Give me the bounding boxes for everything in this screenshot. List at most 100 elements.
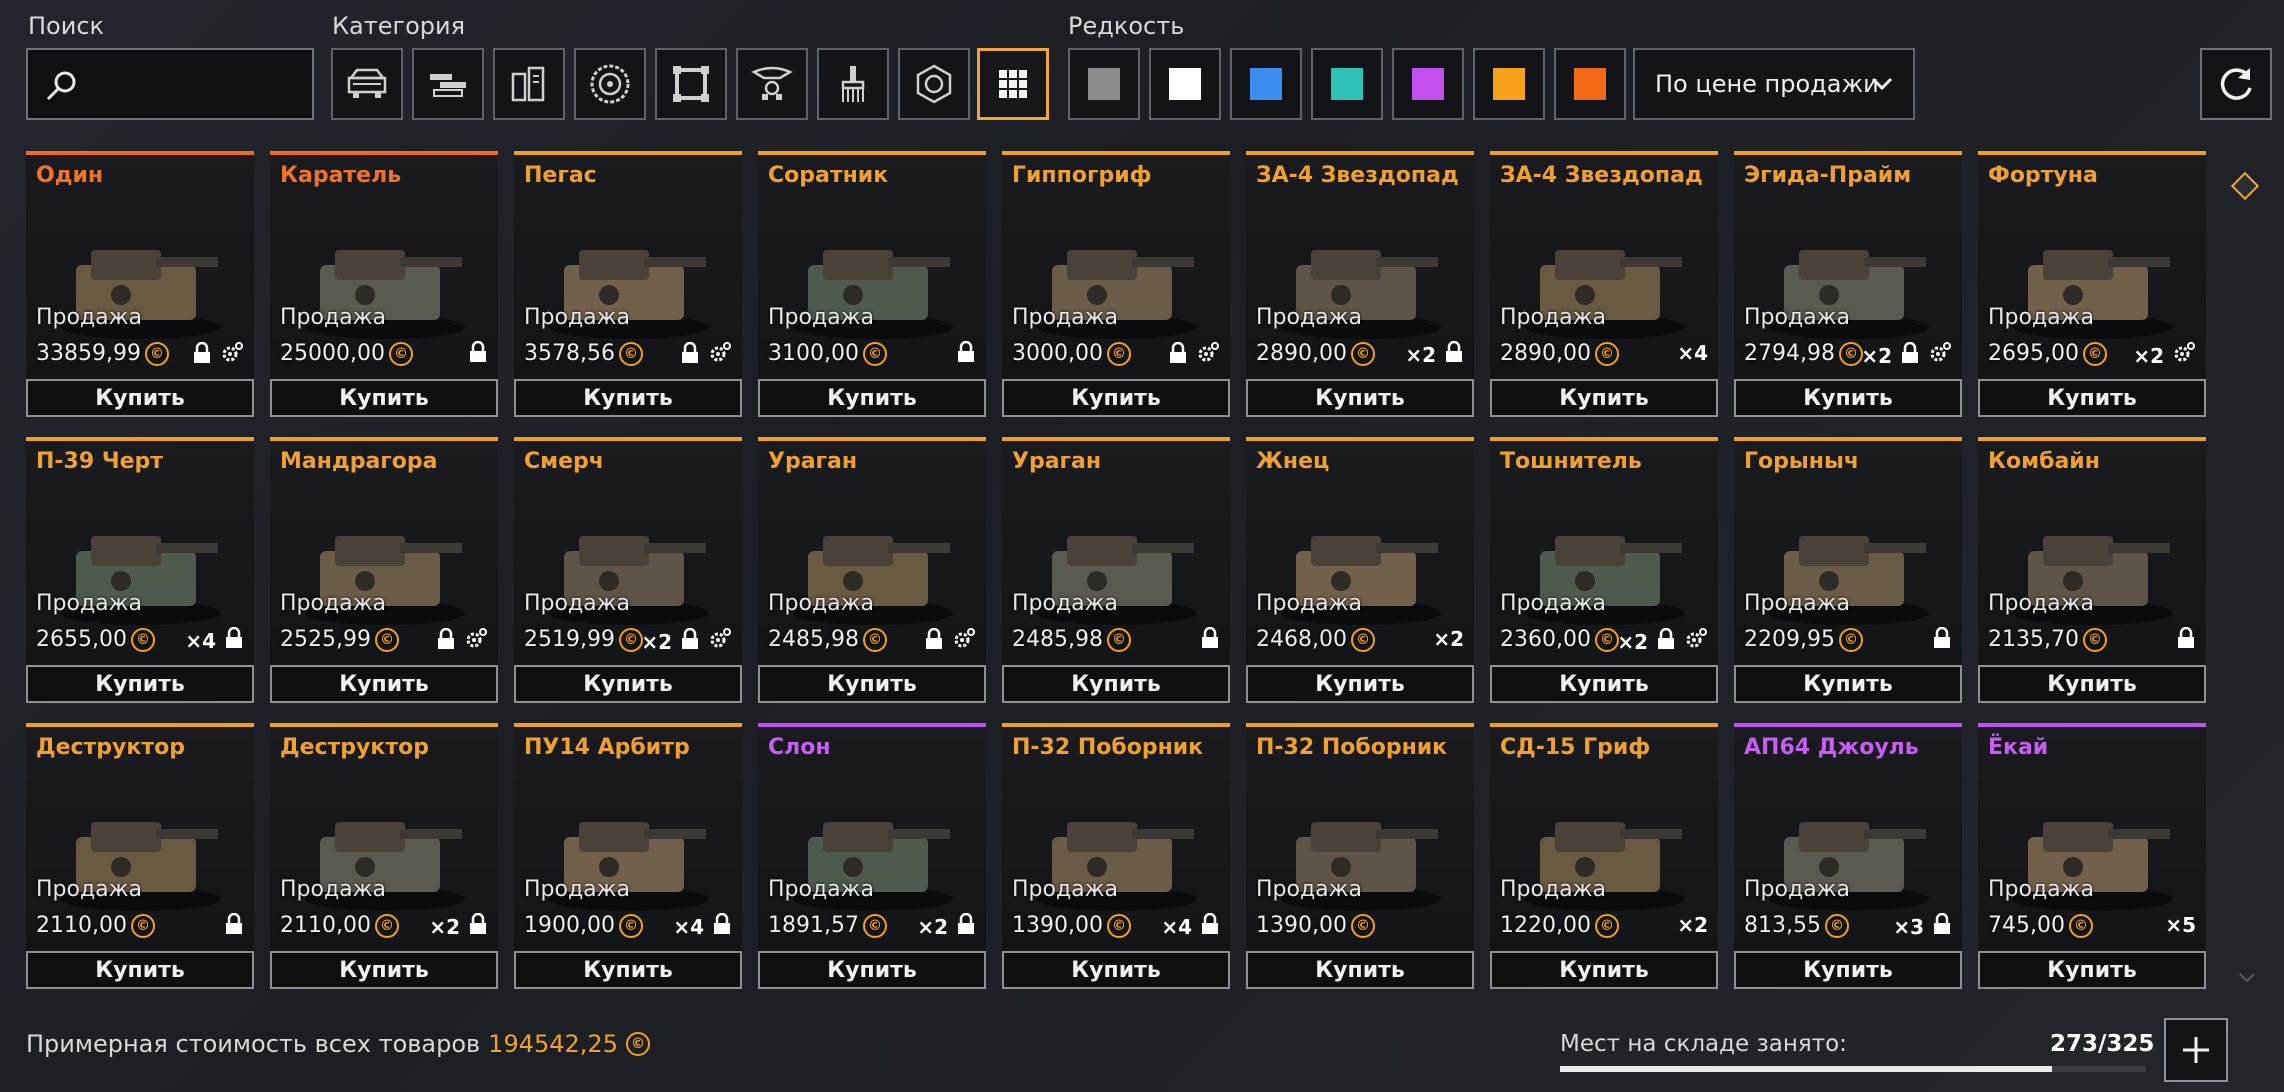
expand-storage-button[interactable]	[2164, 1018, 2228, 1082]
buy-button[interactable]: Купить	[1002, 951, 1230, 989]
item-card[interactable]: СД-15 Гриф Продажа 1220,00 © ×2 Купить	[1490, 723, 1718, 989]
coin-icon: ©	[1824, 913, 1849, 938]
category-all-button[interactable]	[977, 48, 1049, 120]
rarity-rare-button[interactable]	[1230, 48, 1302, 120]
search-input[interactable]	[88, 60, 298, 110]
category-weapon-button[interactable]	[412, 48, 484, 120]
buy-button[interactable]: Купить	[758, 379, 986, 417]
crafting-gear-icon	[952, 627, 976, 656]
buy-button[interactable]: Купить	[1734, 379, 1962, 417]
item-card[interactable]: Тошнитель Продажа 2360,00 © ×2 Купить	[1490, 437, 1718, 703]
wheel-icon	[590, 64, 630, 104]
total-value-row: Примерная стоимость всех товаров 194542,…	[26, 1030, 650, 1058]
category-module-button[interactable]	[493, 48, 565, 120]
item-card[interactable]: ПУ14 Арбитр Продажа 1900,00 © ×4 Купить	[514, 723, 742, 989]
category-frames-button[interactable]	[655, 48, 727, 120]
category-cabin-button[interactable]	[331, 48, 403, 120]
rarity-special-button[interactable]	[1311, 48, 1383, 120]
buy-button[interactable]: Купить	[1734, 951, 1962, 989]
category-decor-button[interactable]	[736, 48, 808, 120]
rarity-common-button[interactable]	[1068, 48, 1140, 120]
item-card[interactable]: П-32 Поборник Продажа 1390,00 © ×4 Купить	[1002, 723, 1230, 989]
category-wheels-button[interactable]	[574, 48, 646, 120]
buy-button[interactable]: Купить	[758, 665, 986, 703]
buy-button[interactable]: Купить	[1490, 379, 1718, 417]
item-card[interactable]: Мандрагора Продажа 2525,99 © Купить	[270, 437, 498, 703]
item-price: 3578,56	[524, 341, 615, 366]
item-card[interactable]: Ураган Продажа 2485,98 © Купить	[1002, 437, 1230, 703]
sort-dropdown[interactable]: По цене продажи	[1633, 48, 1915, 120]
item-card[interactable]: Ураган Продажа 2485,98 © Купить	[758, 437, 986, 703]
item-card[interactable]: Деструктор Продажа 2110,00 © Купить	[26, 723, 254, 989]
category-paint-button[interactable]	[817, 48, 889, 120]
buy-button[interactable]: Купить	[758, 951, 986, 989]
item-card[interactable]: Деструктор Продажа 2110,00 © ×2 Купить	[270, 723, 498, 989]
buy-button[interactable]: Купить	[26, 951, 254, 989]
item-card[interactable]: П-39 Черт Продажа 2655,00 © ×4 Купить	[26, 437, 254, 703]
item-card[interactable]: Горыныч Продажа 2209,95 © Купить	[1734, 437, 1962, 703]
item-card[interactable]: П-32 Поборник Продажа 1390,00 © Купить	[1246, 723, 1474, 989]
buy-button[interactable]: Купить	[514, 379, 742, 417]
item-card[interactable]: Слон Продажа 1891,57 © ×2 Купить	[758, 723, 986, 989]
item-status-icons	[436, 627, 488, 656]
coin-icon: ©	[1838, 341, 1863, 366]
lock-icon	[1200, 626, 1220, 654]
item-card[interactable]: Смерч Продажа 2519,99 © ×2 Купить	[514, 437, 742, 703]
buy-button[interactable]: Купить	[1490, 665, 1718, 703]
item-status-icons	[680, 341, 732, 370]
item-price-row: 3578,56 ©	[524, 341, 643, 366]
refresh-button[interactable]	[2200, 48, 2272, 120]
item-card[interactable]: Соратник Продажа 3100,00 © Купить	[758, 151, 986, 417]
buy-button[interactable]: Купить	[270, 379, 498, 417]
buy-button[interactable]: Купить	[270, 665, 498, 703]
buy-button[interactable]: Купить	[26, 379, 254, 417]
item-card[interactable]: Каратель Продажа 25000,00 © Купить	[270, 151, 498, 417]
item-quantity: ×4	[673, 914, 704, 939]
crafting-gear-icon	[1928, 341, 1952, 370]
rarity-relic-button[interactable]	[1554, 48, 1626, 120]
buy-button[interactable]: Купить	[514, 951, 742, 989]
item-card[interactable]: Эгида-Прайм Продажа 2794,98 © ×2 Купить	[1734, 151, 1962, 417]
scrollbar-thumb[interactable]	[2230, 171, 2260, 201]
buy-button[interactable]: Купить	[1978, 951, 2206, 989]
scroll-down-icon[interactable]	[2238, 972, 2256, 984]
item-card[interactable]: ЗА-4 Звездопад Продажа 2890,00 © ×2 Купить	[1246, 151, 1474, 417]
item-price-row: 2519,99 ©	[524, 627, 643, 652]
buy-button[interactable]: Купить	[514, 665, 742, 703]
buy-button[interactable]: Купить	[1490, 951, 1718, 989]
buy-button[interactable]: Купить	[1978, 665, 2206, 703]
item-card[interactable]: Комбайн Продажа 2135,70 © Купить	[1978, 437, 2206, 703]
item-price-row: 2468,00 ©	[1256, 627, 1375, 652]
buy-button[interactable]: Купить	[1246, 665, 1474, 703]
coin-icon: ©	[2082, 627, 2107, 652]
item-price-row: 1220,00 ©	[1500, 913, 1619, 938]
item-card[interactable]: Пегас Продажа 3578,56 © Купить	[514, 151, 742, 417]
buy-button[interactable]: Купить	[1002, 379, 1230, 417]
lock-icon	[2176, 626, 2196, 654]
search-field[interactable]	[26, 48, 314, 120]
item-name: Горыныч	[1744, 449, 1859, 474]
crafting-gear-icon	[220, 341, 244, 370]
buy-button[interactable]: Купить	[1734, 665, 1962, 703]
buy-button[interactable]: Купить	[270, 951, 498, 989]
rarity-epic-button[interactable]	[1392, 48, 1464, 120]
item-quantity: ×2	[429, 914, 460, 939]
rarity-swatch	[1169, 68, 1201, 100]
rarity-legendary-button[interactable]	[1473, 48, 1545, 120]
category-resources-button[interactable]	[898, 48, 970, 120]
rarity-uncommon-button[interactable]	[1149, 48, 1221, 120]
item-name: Один	[36, 163, 104, 188]
buy-button[interactable]: Купить	[1246, 379, 1474, 417]
item-card[interactable]: Гиппогриф Продажа 3000,00 © Купить	[1002, 151, 1230, 417]
item-card[interactable]: ЗА-4 Звездопад Продажа 2890,00 © ×4 Купить	[1490, 151, 1718, 417]
item-card[interactable]: Жнец Продажа 2468,00 © ×2 Купить	[1246, 437, 1474, 703]
buy-button[interactable]: Купить	[26, 665, 254, 703]
item-card[interactable]: Ёкай Продажа 745,00 © ×5 Купить	[1978, 723, 2206, 989]
buy-button[interactable]: Купить	[1978, 379, 2206, 417]
coin-icon: ©	[1106, 627, 1131, 652]
item-card[interactable]: Фортуна Продажа 2695,00 © ×2 Купить	[1978, 151, 2206, 417]
item-card[interactable]: Один Продажа 33859,99 © Купить	[26, 151, 254, 417]
buy-button[interactable]: Купить	[1246, 951, 1474, 989]
item-card[interactable]: АП64 Джоуль Продажа 813,55 © ×3 Купить	[1734, 723, 1962, 989]
buy-button[interactable]: Купить	[1002, 665, 1230, 703]
